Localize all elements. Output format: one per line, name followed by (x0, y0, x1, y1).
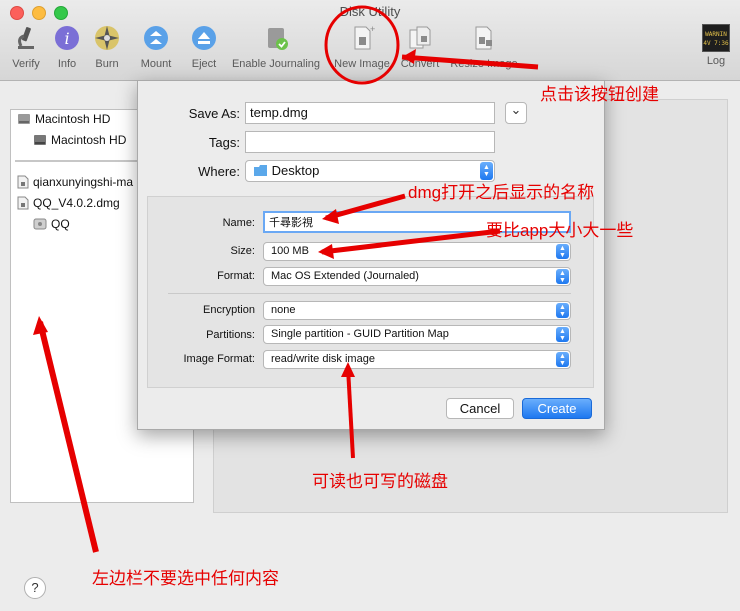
expand-button[interactable]: ⌄ (505, 102, 527, 124)
resize-image-icon (475, 26, 492, 50)
convert-icon (409, 26, 431, 49)
format-stepper: ▲ ▼ (556, 269, 569, 284)
journaling-icon (268, 28, 288, 50)
eject-icon (192, 26, 216, 50)
convert-label: Convert (400, 58, 440, 70)
disk-image-file-icon (17, 196, 29, 210)
burn-icon (95, 26, 119, 50)
sidebar-item-image-1[interactable]: qianxunyingshi-ma (17, 175, 133, 189)
name-label: Name: (222, 217, 255, 229)
log-icon-text-2: 4V 7:36 (703, 40, 729, 47)
where-value: Desktop (271, 163, 320, 178)
size-select[interactable]: 100 MB ▲ ▼ (263, 242, 571, 261)
info-icon: i (55, 26, 79, 50)
burn-label: Burn (95, 58, 119, 70)
size-value: 100 MB (271, 245, 309, 257)
partitions-select[interactable]: Single partition - GUID Partition Map ▲ ▼ (263, 325, 571, 344)
new-image-button[interactable]: + New Image (330, 24, 394, 70)
format-label: Format: (217, 270, 255, 282)
annotation-rw-disk: 可读也可写的磁盘 (312, 472, 448, 491)
info-label: Info (57, 58, 77, 70)
mount-icon (144, 26, 168, 50)
size-label: Size: (230, 245, 255, 257)
encryption-value: none (271, 304, 296, 316)
verify-button[interactable]: Verify (8, 24, 44, 70)
toolbar: Disk Utility Verify i Info Burn Mount Ej… (0, 0, 740, 81)
cancel-button[interactable]: Cancel (446, 398, 514, 419)
annotation-sidebar-hint: 左边栏不要选中任何内容 (92, 569, 279, 588)
resize-image-label: Resize Image (450, 58, 518, 70)
disk-image-file-icon (17, 175, 29, 189)
enable-journaling-button[interactable]: Enable Journaling (228, 24, 324, 70)
resize-image-button[interactable]: Resize Image (448, 24, 520, 70)
microscope-icon (18, 27, 34, 49)
sidebar-item-label: Macintosh HD (51, 133, 127, 147)
log-icon-text-1: WARNIN (705, 31, 727, 38)
mounted-volume-icon (33, 218, 47, 230)
image-format-select[interactable]: read/write disk image ▲ ▼ (263, 350, 571, 369)
log-button[interactable]: WARNIN 4V 7:36 Log (700, 24, 732, 67)
log-label: Log (706, 55, 726, 67)
folder-icon (254, 165, 267, 176)
annotation-dmg-name: dmg打开之后显示的名称 (408, 183, 595, 202)
sidebar-item-label: QQ_V4.0.2.dmg (33, 196, 120, 210)
save-as-label: Save As: (188, 106, 240, 121)
volume-icon (34, 135, 46, 145)
sidebar-item-label: QQ (51, 217, 70, 231)
convert-button[interactable]: Convert (398, 24, 442, 70)
tags-field[interactable] (245, 131, 495, 153)
mount-label: Mount (140, 58, 172, 70)
mount-button[interactable]: Mount (136, 24, 176, 70)
image-format-stepper: ▲ ▼ (556, 352, 569, 367)
format-select[interactable]: Mac OS Extended (Journaled) ▲ ▼ (263, 267, 571, 286)
image-format-label: Image Format: (183, 353, 255, 365)
verify-label: Verify (12, 58, 40, 70)
encryption-label: Encryption (203, 304, 255, 316)
eject-label: Eject (191, 58, 217, 70)
svg-text:+: + (370, 24, 375, 34)
image-format-value: read/write disk image (271, 353, 375, 365)
new-image-icon: + (354, 24, 375, 50)
partitions-label: Partitions: (206, 329, 255, 341)
sidebar-item-disk[interactable]: Macintosh HD (17, 112, 110, 126)
new-image-label: New Image (334, 58, 390, 70)
burn-button[interactable]: Burn (91, 24, 123, 70)
create-button[interactable]: Create (522, 398, 592, 419)
options-divider (168, 293, 571, 294)
sidebar-item-image-2[interactable]: QQ_V4.0.2.dmg (17, 196, 120, 210)
sidebar-item-label: qianxunyingshi-ma (33, 175, 134, 189)
format-value: Mac OS Extended (Journaled) (271, 270, 419, 282)
where-label: Where: (198, 164, 240, 179)
hard-disk-icon (18, 114, 30, 124)
eject-button[interactable]: Eject (186, 24, 222, 70)
log-icon: WARNIN 4V 7:36 (702, 24, 730, 52)
partitions-stepper: ▲ ▼ (556, 327, 569, 342)
tags-label: Tags: (208, 135, 240, 150)
help-button[interactable]: ? (24, 577, 46, 599)
window-title: Disk Utility (339, 4, 401, 19)
partitions-value: Single partition - GUID Partition Map (271, 328, 449, 340)
encryption-stepper: ▲ ▼ (556, 303, 569, 318)
save-as-field[interactable]: temp.dmg (245, 102, 495, 124)
sidebar-item-mounted-volume[interactable]: QQ (33, 217, 70, 231)
sidebar-item-volume[interactable]: Macintosh HD (33, 133, 126, 147)
annotation-click-button: 点击该按钮创建 (540, 85, 659, 104)
enable-journaling-label: Enable Journaling (231, 58, 321, 70)
info-button[interactable]: i Info (52, 24, 82, 70)
svg-text:i: i (64, 29, 69, 48)
disk-utility-window: Disk Utility Verify i Info Burn Mount Ej… (0, 0, 740, 611)
encryption-select[interactable]: none ▲ ▼ (263, 301, 571, 320)
sidebar-item-label: Macintosh HD (35, 112, 111, 126)
annotation-size-hint: 要比app大小大一些 (486, 221, 634, 240)
size-stepper: ▲ ▼ (556, 244, 569, 259)
